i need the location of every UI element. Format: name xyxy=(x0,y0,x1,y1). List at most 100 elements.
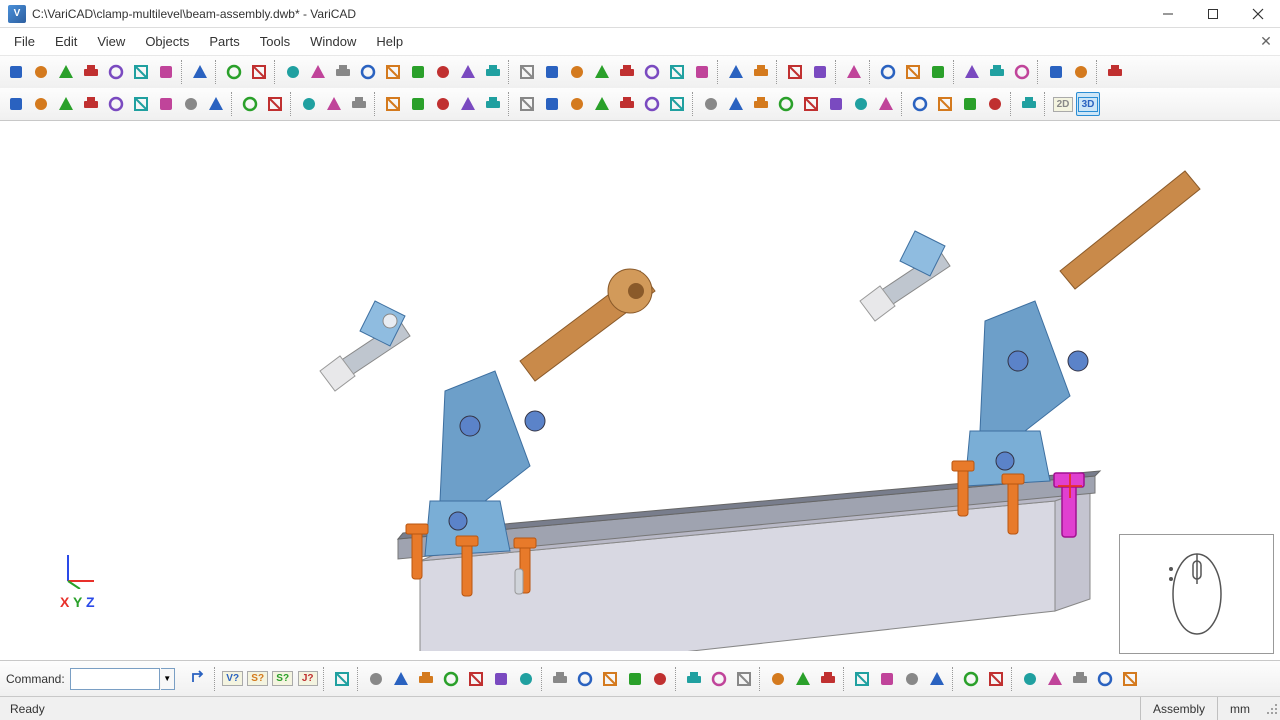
menu-parts[interactable]: Parts xyxy=(199,30,249,53)
check-green-icon[interactable] xyxy=(1018,667,1042,691)
status-mode[interactable]: Assembly xyxy=(1140,697,1217,720)
cancel-orange-icon[interactable] xyxy=(1093,667,1117,691)
part-box-icon[interactable] xyxy=(364,667,388,691)
print-icon[interactable] xyxy=(188,60,212,84)
align-center-icon[interactable] xyxy=(875,667,899,691)
shaded-icon[interactable] xyxy=(263,92,287,116)
list-remove-icon[interactable] xyxy=(598,667,622,691)
shell-icon[interactable] xyxy=(615,60,639,84)
select-all-icon[interactable] xyxy=(590,92,614,116)
status-units[interactable]: mm xyxy=(1217,697,1262,720)
mode-3d-icon[interactable]: 3D xyxy=(1076,92,1100,116)
save-all-icon[interactable] xyxy=(129,60,153,84)
part-cyl-icon[interactable] xyxy=(389,667,413,691)
prism-icon[interactable] xyxy=(431,60,455,84)
new-file-icon[interactable] xyxy=(4,60,28,84)
info-j-icon[interactable]: J? xyxy=(296,667,320,691)
menu-tools[interactable]: Tools xyxy=(250,30,300,53)
open-folder-icon[interactable] xyxy=(54,60,78,84)
cycle-icon[interactable] xyxy=(816,667,840,691)
anchor-icon[interactable] xyxy=(54,92,78,116)
sphere-icon[interactable] xyxy=(306,60,330,84)
boolean-add-icon[interactable] xyxy=(724,60,748,84)
resize-grip[interactable] xyxy=(1262,701,1280,717)
part-hook-icon[interactable] xyxy=(414,667,438,691)
menu-edit[interactable]: Edit xyxy=(45,30,87,53)
cancel-red-icon[interactable] xyxy=(1043,667,1067,691)
revolve-icon[interactable] xyxy=(540,60,564,84)
save-icon[interactable] xyxy=(104,60,128,84)
arrow-right-circle-icon[interactable] xyxy=(983,92,1007,116)
tree-red3-icon[interactable] xyxy=(732,667,756,691)
tree-red2-icon[interactable] xyxy=(707,667,731,691)
material-cyl-icon[interactable] xyxy=(347,92,371,116)
minimize-button[interactable] xyxy=(1145,0,1190,28)
tab-close-button[interactable]: ✕ xyxy=(1256,32,1276,52)
frustum-icon[interactable] xyxy=(356,60,380,84)
cylinder-icon[interactable] xyxy=(381,60,405,84)
info-s2-icon[interactable]: S? xyxy=(271,667,295,691)
center-mass-icon[interactable] xyxy=(1017,92,1041,116)
loft-icon[interactable] xyxy=(590,60,614,84)
chamfer-icon[interactable] xyxy=(665,60,689,84)
zoom-out-circle-icon[interactable] xyxy=(933,92,957,116)
rename-icon[interactable] xyxy=(129,92,153,116)
arrow-left-circle-icon[interactable] xyxy=(958,92,982,116)
zoom-window-icon[interactable] xyxy=(876,60,900,84)
sweep-icon[interactable] xyxy=(565,60,589,84)
close-button[interactable] xyxy=(1235,0,1280,28)
info-v-icon[interactable]: V? xyxy=(221,667,245,691)
layer-orange2-icon[interactable] xyxy=(540,92,564,116)
solid-red-icon[interactable] xyxy=(456,92,480,116)
rotate-3d-icon[interactable] xyxy=(1010,60,1034,84)
pyramid-icon[interactable] xyxy=(406,60,430,84)
move-3d-icon[interactable] xyxy=(985,60,1009,84)
align-right-icon[interactable] xyxy=(900,667,924,691)
section-icon[interactable] xyxy=(381,92,405,116)
paste-icon[interactable] xyxy=(247,60,271,84)
box-solid-icon[interactable] xyxy=(281,60,305,84)
material-box-icon[interactable] xyxy=(322,92,346,116)
deselect-icon[interactable] xyxy=(615,92,639,116)
section-hatch-icon[interactable] xyxy=(406,92,430,116)
list-icon[interactable] xyxy=(548,667,572,691)
window-icon[interactable] xyxy=(665,92,689,116)
dim-linear-icon[interactable] xyxy=(724,92,748,116)
menu-view[interactable]: View xyxy=(87,30,135,53)
menu-file[interactable]: File xyxy=(4,30,45,53)
pattern-icon[interactable] xyxy=(783,60,807,84)
zoom-in-circle-icon[interactable] xyxy=(908,92,932,116)
highlight-yellow-icon[interactable] xyxy=(959,667,983,691)
menu-help[interactable]: Help xyxy=(366,30,413,53)
invert-sel-icon[interactable] xyxy=(640,92,664,116)
dim-help-icon[interactable] xyxy=(874,92,898,116)
dim-angle-icon[interactable] xyxy=(774,92,798,116)
distribute-icon[interactable] xyxy=(104,92,128,116)
assembly-tree-icon[interactable] xyxy=(1044,60,1068,84)
section-fill-icon[interactable] xyxy=(431,92,455,116)
align-del-icon[interactable] xyxy=(925,667,949,691)
highlight-yellow2-icon[interactable] xyxy=(984,667,1008,691)
wireframe-icon[interactable] xyxy=(238,92,262,116)
layer-orange-icon[interactable] xyxy=(515,92,539,116)
menu-window[interactable]: Window xyxy=(300,30,366,53)
axes-icon[interactable] xyxy=(960,60,984,84)
align-left-icon[interactable] xyxy=(850,667,874,691)
cone-icon[interactable] xyxy=(331,60,355,84)
move-up-icon[interactable] xyxy=(79,92,103,116)
command-input[interactable] xyxy=(70,668,160,690)
pipe-icon[interactable] xyxy=(481,60,505,84)
list-import-icon[interactable] xyxy=(623,667,647,691)
view-cube-icon[interactable] xyxy=(926,60,950,84)
part-thread-icon[interactable] xyxy=(464,667,488,691)
dim-diam-icon[interactable] xyxy=(824,92,848,116)
dim-arc-icon[interactable] xyxy=(849,92,873,116)
mirror-icon[interactable] xyxy=(808,60,832,84)
check-file-icon[interactable] xyxy=(154,60,178,84)
part-spring-icon[interactable] xyxy=(514,667,538,691)
drop-icon[interactable] xyxy=(648,667,672,691)
ungroup-icon[interactable] xyxy=(791,667,815,691)
export-icon[interactable] xyxy=(79,60,103,84)
update-icon[interactable] xyxy=(1103,60,1127,84)
copy-icon[interactable] xyxy=(222,60,246,84)
